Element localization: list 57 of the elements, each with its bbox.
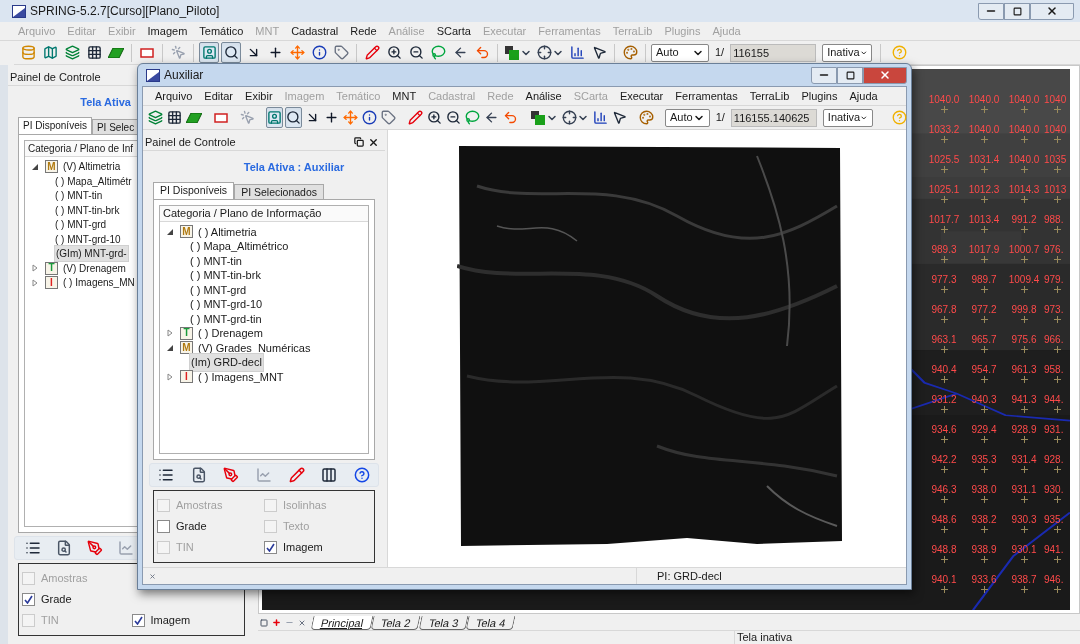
tree-item[interactable]: ( ) MNT-grd-10 bbox=[189, 296, 264, 313]
category-badge: I bbox=[180, 370, 193, 384]
screen-tab[interactable]: Tela 3 bbox=[418, 616, 469, 630]
active-screen-label: Tela Ativa bbox=[80, 95, 131, 110]
tree-item[interactable]: ( ) Imagens_MN bbox=[62, 275, 136, 291]
checkbox-label: Grade bbox=[41, 592, 72, 608]
checkbox-label: Amostras bbox=[41, 571, 88, 587]
menu-item[interactable]: Rede bbox=[344, 22, 383, 40]
state-dropdown[interactable]: Inativa bbox=[822, 43, 873, 62]
tree-item[interactable]: (V) Drenagem bbox=[62, 260, 127, 276]
tree-item[interactable]: (V) Altimetria bbox=[62, 159, 122, 175]
tree-item[interactable]: (GIm) MNT-grd- bbox=[54, 245, 129, 263]
category-badge: M bbox=[180, 341, 193, 355]
checkbox-label: Grade bbox=[176, 519, 207, 535]
category-badge: I bbox=[45, 276, 58, 290]
tree-header: Categoria / Plano de Inf bbox=[28, 141, 134, 156]
menu-item[interactable]: Imagem bbox=[141, 22, 194, 40]
panel-title: Painel de Controle bbox=[145, 134, 236, 150]
window-title: Auxiliar bbox=[164, 67, 204, 84]
panel-tab[interactable]: PI Disponíveis bbox=[153, 181, 235, 199]
menu-item[interactable]: Arquivo bbox=[149, 87, 199, 105]
category-badge: T bbox=[45, 261, 58, 275]
scale-mode-dropdown[interactable]: Auto bbox=[651, 43, 709, 62]
tree-item[interactable]: ( ) MNT-tin-brk bbox=[189, 267, 262, 284]
category-badge: M bbox=[45, 160, 58, 174]
checkbox-label: TIN bbox=[41, 613, 59, 629]
window-title: SPRING-5.2.7[Curso][Plano_Piloto] bbox=[30, 3, 220, 20]
screen-tab[interactable]: Tela 4 bbox=[465, 616, 516, 630]
tree-item[interactable]: ( ) MNT-grd bbox=[54, 217, 108, 233]
checkbox-label: Amostras bbox=[176, 498, 223, 514]
tree-item[interactable]: ( ) Drenagem bbox=[197, 325, 264, 342]
tree-item[interactable]: ( ) MNT-grd bbox=[189, 281, 248, 298]
menu-item[interactable]: Temático bbox=[193, 22, 250, 40]
panel-title: Painel de Controle bbox=[10, 69, 101, 85]
tree-item[interactable]: ( ) MNT-tin bbox=[54, 188, 104, 204]
status-text: Tela inativa bbox=[734, 631, 793, 644]
category-badge: T bbox=[180, 326, 193, 340]
tree-item[interactable]: (Im) GRD-decl bbox=[189, 353, 264, 372]
scale-field[interactable]: 116155 bbox=[730, 43, 817, 62]
category-badge: M bbox=[180, 225, 193, 239]
checkbox-label: TIN bbox=[176, 540, 194, 556]
screen-tab[interactable]: Principal bbox=[310, 616, 374, 630]
tree-item[interactable]: ( ) MNT-tin-brk bbox=[54, 202, 121, 218]
scale-prefix: 1/ bbox=[715, 45, 725, 61]
screen-tab[interactable]: Tela 2 bbox=[370, 616, 422, 630]
tree-item[interactable]: ( ) MNT-grd-tin bbox=[189, 310, 263, 327]
menu-item[interactable]: Editar bbox=[198, 87, 240, 105]
panel-tab[interactable]: PI Disponíveis bbox=[18, 116, 92, 134]
checkbox-label: Imagem bbox=[150, 613, 191, 629]
menu-item[interactable]: Cadastral bbox=[285, 22, 345, 40]
tree-item[interactable]: ( ) MNT-tin bbox=[189, 252, 243, 269]
tree-item[interactable]: ( ) Altimetria bbox=[197, 223, 258, 240]
tree-item[interactable]: ( ) MNT-grd-10 bbox=[54, 231, 122, 247]
menu-item[interactable]: SCarta bbox=[430, 22, 477, 40]
tree-item[interactable]: ( ) Mapa_Altimétrico bbox=[189, 238, 290, 255]
panel-tab[interactable]: PI Selec bbox=[91, 118, 140, 134]
tree-item[interactable]: ( ) Mapa_Altimétr bbox=[54, 173, 133, 189]
